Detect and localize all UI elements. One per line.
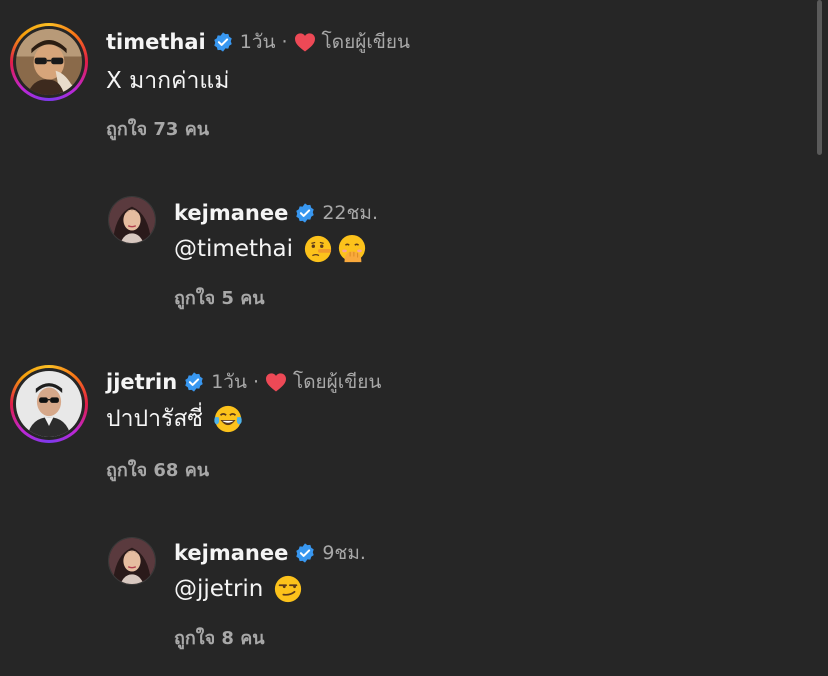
likes-count[interactable]: ถูกใจ 73 คน (106, 114, 209, 143)
likes-count[interactable]: ถูกใจ 68 คน (106, 455, 209, 484)
verified-badge-icon (185, 372, 203, 392)
avatar-timethai[interactable] (10, 23, 88, 101)
hand-over-mouth-emoji-icon (338, 234, 366, 263)
comment-time: 1วัน (211, 371, 247, 393)
mention-link[interactable]: @jjetrin (174, 576, 263, 602)
tears-of-joy-emoji-icon (214, 405, 242, 433)
likes-count[interactable]: ถูกใจ 8 คน (174, 623, 265, 652)
lying-face-emoji-icon (304, 235, 332, 263)
verified-badge-icon (214, 32, 232, 52)
comment-username[interactable]: kejmanee (174, 541, 288, 565)
mention-link[interactable]: @timethai (174, 236, 293, 262)
heart-icon (294, 33, 315, 52)
comment-time: 22ชม. (322, 202, 378, 224)
comment-text: X มากค่าแม่ (106, 68, 230, 94)
comment-time: 1วัน (239, 31, 276, 53)
comment-time: 9ชม. (322, 542, 366, 564)
smirking-face-emoji-icon (275, 575, 302, 603)
scrollbar[interactable] (817, 0, 822, 155)
comment-text: @timethai (174, 232, 367, 266)
comment-text: ปาปารัสซี่ (106, 402, 243, 436)
likes-count[interactable]: ถูกใจ 5 คน (174, 283, 265, 312)
separator-dot: · (252, 371, 259, 393)
avatar-kejmanee[interactable] (108, 537, 156, 585)
liked-by-author-label: โดยผู้เขียน (321, 31, 410, 53)
comment-text: @jjetrin (174, 572, 303, 606)
verified-badge-icon (296, 543, 315, 563)
avatar-kejmanee[interactable] (108, 196, 156, 244)
comment-username[interactable]: kejmanee (174, 201, 288, 225)
comment-username[interactable]: jjetrin (106, 370, 177, 394)
comment-username[interactable]: timethai (106, 30, 206, 54)
avatar-jjetrin[interactable] (10, 365, 88, 443)
liked-by-author-label: โดยผู้เขียน (292, 371, 382, 393)
heart-icon (265, 373, 286, 392)
separator-dot: · (281, 31, 288, 53)
verified-badge-icon (296, 203, 315, 223)
